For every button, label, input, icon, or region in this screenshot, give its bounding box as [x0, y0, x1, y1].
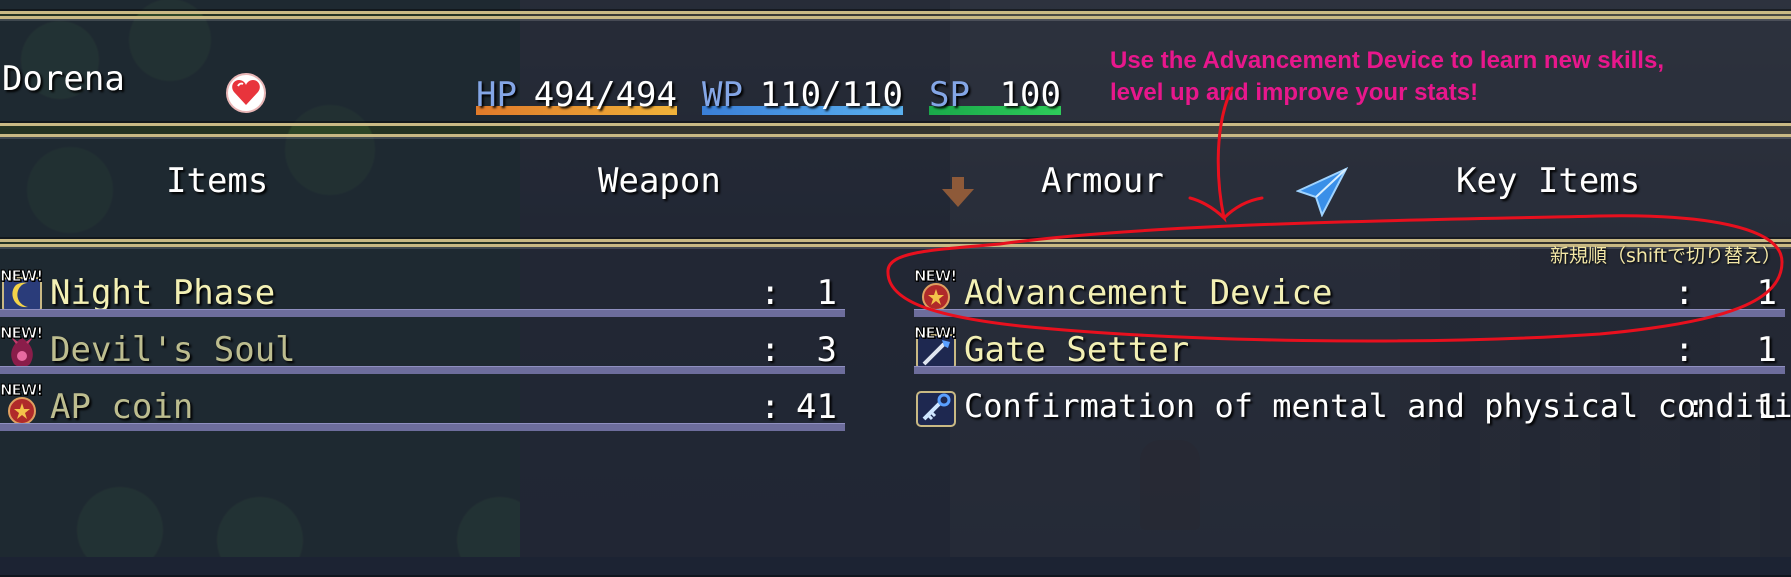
hp-label: HP	[476, 75, 517, 115]
item-name: AP coin	[50, 387, 194, 427]
wp-gauge: WP 110/110	[702, 69, 903, 117]
tip-annotation: Use the Advancement Device to learn new …	[1110, 45, 1664, 109]
list-item-night-phase[interactable]: NEW! Night Phase : 1	[0, 265, 845, 317]
sp-gauge: SP 100	[929, 69, 1061, 117]
item-name: Confirmation of mental and physical cond…	[964, 387, 1791, 425]
item-name: Night Phase	[50, 273, 276, 313]
new-badge: NEW!	[0, 267, 44, 286]
tip-line-1: Use the Advancement Device to learn new …	[1110, 47, 1664, 74]
hp-gauge: HP 494/494	[476, 69, 677, 117]
tab-key-items[interactable]: Key Items	[1456, 161, 1640, 201]
tab-items[interactable]: Items	[166, 161, 268, 201]
item-name: Advancement Device	[964, 273, 1333, 313]
category-window: Items Weapon Armour Key Items	[0, 134, 1791, 242]
down-arrow-icon	[942, 177, 974, 207]
list-item-gate-setter[interactable]: NEW! Gate Setter : 1	[913, 322, 1785, 374]
wp-label: WP	[702, 75, 743, 115]
hp-value: 494/494	[533, 75, 677, 115]
cursor-icon	[1296, 167, 1348, 217]
wp-value: 110/110	[759, 75, 903, 115]
new-badge: NEW!	[913, 324, 957, 343]
row-underline	[914, 309, 1785, 317]
new-badge: NEW!	[0, 381, 44, 400]
item-quantity: 1	[1756, 330, 1777, 370]
sort-order-label[interactable]: 新規順（shiftで切り替え）	[1550, 241, 1781, 268]
row-underline	[0, 309, 845, 317]
row-underline	[0, 423, 845, 431]
status-window: Dorena HP 494/494 WP 110/110 SP 100 Use …	[0, 16, 1791, 126]
item-quantity: 1	[1756, 273, 1777, 313]
item-quantity: 1	[816, 273, 837, 313]
tab-armour[interactable]: Armour	[1041, 161, 1164, 201]
item-separator: :	[1674, 273, 1695, 313]
item-separator: :	[760, 273, 781, 313]
actor-name: Dorena	[2, 59, 125, 99]
item-separator: :	[1674, 330, 1695, 370]
heart-icon	[226, 73, 266, 113]
item-separator: :	[1686, 387, 1706, 425]
list-item-advancement-device[interactable]: NEW! Advancement Device : 1	[913, 265, 1785, 317]
sp-label: SP	[929, 75, 970, 115]
item-separator: :	[760, 387, 781, 427]
item-quantity: 3	[816, 330, 837, 370]
sp-value: 100	[999, 75, 1061, 115]
item-name: Gate Setter	[964, 330, 1190, 370]
row-underline	[0, 366, 845, 374]
top-window-edge	[0, 0, 1791, 14]
item-quantity: 1	[1756, 387, 1777, 427]
tip-line-2: level up and improve your stats!	[1110, 79, 1479, 106]
key-icon	[916, 391, 956, 427]
item-quantity: 41	[796, 387, 837, 427]
list-item-condition-check[interactable]: Confirmation of mental and physical cond…	[914, 379, 1791, 431]
new-badge: NEW!	[913, 267, 957, 286]
item-separator: :	[760, 330, 781, 370]
tab-weapon[interactable]: Weapon	[598, 161, 721, 201]
new-badge: NEW!	[0, 324, 44, 343]
item-list-window: 新規順（shiftで切り替え） NEW! Night Phase : 1 NEW…	[0, 244, 1791, 577]
list-item-devils-soul[interactable]: NEW! Devil's Soul : 3	[0, 322, 845, 374]
list-item-ap-coin[interactable]: NEW! AP coin : 41	[0, 379, 845, 431]
row-underline	[914, 366, 1785, 374]
item-name: Devil's Soul	[50, 330, 296, 370]
